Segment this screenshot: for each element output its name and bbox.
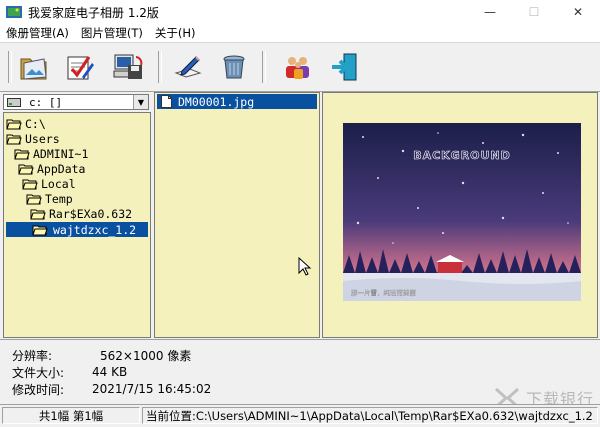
- tree-item[interactable]: Users: [6, 131, 60, 146]
- toolbar-separator: [8, 51, 12, 83]
- preview-caption: 那一片雪，纯洁而美丽: [351, 288, 417, 297]
- folder-open-icon: [30, 209, 46, 219]
- title-bar: 我爱家庭电子相册 1.2版 — ☐ ✕: [0, 0, 600, 25]
- file-name: DM00001.jpg: [178, 94, 255, 109]
- edit-check-button[interactable]: [62, 49, 98, 85]
- tree-item[interactable]: Temp: [26, 191, 73, 206]
- info-resolution: 分辨率: 562×1000 像素: [12, 348, 192, 363]
- status-count: 共1幅 第1幅: [2, 407, 140, 424]
- preview-image-text: BACKGROUND: [413, 149, 511, 162]
- exit-door-button[interactable]: [326, 49, 362, 85]
- folder-open-icon: [22, 179, 38, 189]
- drive-label: c: []: [29, 95, 63, 109]
- menu-bar: 像册管理(A) 图片管理(T) 关于(H): [0, 24, 600, 42]
- drive-select[interactable]: c: [] ▼: [3, 94, 149, 110]
- people-button[interactable]: [280, 49, 316, 85]
- file-list[interactable]: DM00001.jpg: [154, 92, 320, 338]
- open-album-icon: [20, 58, 47, 80]
- folder-open-icon: [18, 164, 34, 174]
- file-icon: [161, 95, 172, 108]
- tree-item-selected[interactable]: wajtdzxc_1.2: [6, 222, 148, 237]
- pencil-edit-button[interactable]: [170, 49, 206, 85]
- window-title: 我爱家庭电子相册 1.2版: [28, 5, 159, 20]
- image-preview-pane: BACKGROUND 那一片雪，纯洁而美丽: [322, 92, 598, 338]
- recycle-bin-icon: [223, 55, 245, 79]
- status-bar: 共1幅 第1幅 当前位置:C:\Users\ADMINI~1\AppData\L…: [0, 404, 600, 427]
- folder-open-icon: [26, 194, 42, 204]
- recycle-bin-button[interactable]: [216, 49, 252, 85]
- menu-picture[interactable]: 图片管理(T): [75, 24, 149, 42]
- maximize-button[interactable]: ☐: [512, 0, 556, 24]
- folder-open-icon: [32, 225, 48, 235]
- computer-save-icon: [113, 54, 143, 79]
- edit-check-icon: [67, 56, 94, 80]
- mouse-cursor-icon: [298, 257, 312, 276]
- app-icon: [6, 6, 22, 18]
- file-item-selected[interactable]: DM00001.jpg: [157, 94, 317, 109]
- info-modified-time: 修改时间: 2021/7/15 16:45:02: [12, 382, 212, 397]
- menu-album[interactable]: 像册管理(A): [0, 24, 75, 42]
- tree-item[interactable]: Local: [22, 176, 76, 191]
- open-album-button[interactable]: [16, 49, 52, 85]
- drive-icon: [7, 97, 21, 107]
- toolbar: [0, 42, 600, 92]
- chevron-down-icon[interactable]: ▼: [133, 95, 148, 109]
- preview-image: BACKGROUND 那一片雪，纯洁而美丽: [343, 123, 581, 301]
- minimize-button[interactable]: —: [468, 0, 512, 24]
- exit-door-icon: [332, 53, 357, 81]
- close-button[interactable]: ✕: [556, 0, 600, 24]
- tree-item[interactable]: AppData: [18, 161, 85, 176]
- people-icon: [286, 57, 309, 79]
- folder-open-icon: [6, 134, 22, 144]
- tree-item[interactable]: ADMINI~1: [14, 146, 88, 161]
- menu-about[interactable]: 关于(H): [149, 24, 202, 42]
- tree-item[interactable]: Rar$EXa0.632: [30, 206, 132, 221]
- status-path: 当前位置:C:\Users\ADMINI~1\AppData\Local\Tem…: [142, 407, 598, 424]
- folder-open-icon: [14, 149, 30, 159]
- toolbar-separator: [158, 51, 162, 83]
- toolbar-separator: [262, 51, 266, 83]
- folder-open-icon: [6, 119, 22, 129]
- computer-save-button[interactable]: [110, 49, 146, 85]
- folder-tree[interactable]: C:\ Users ADMINI~1 AppData Local Temp Ra…: [3, 112, 151, 338]
- pencil-edit-icon: [174, 56, 202, 78]
- tree-item[interactable]: C:\: [6, 116, 46, 131]
- info-file-size: 文件大小: 44 KB: [12, 365, 128, 380]
